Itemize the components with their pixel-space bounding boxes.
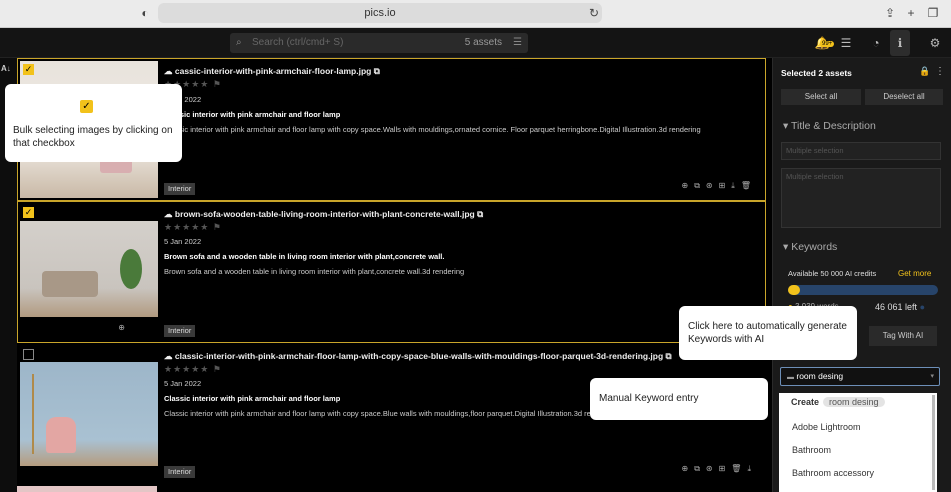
asset-title: Classic interior with pink armchair and … bbox=[164, 110, 341, 119]
info-icon[interactable]: ℹ bbox=[890, 30, 910, 56]
reload-icon[interactable]: ↻ bbox=[586, 3, 602, 23]
credits-progress-fill bbox=[788, 285, 800, 295]
keyword-dropdown: Create room desing Adobe Lightroom Bathro… bbox=[779, 393, 937, 492]
asset-card[interactable]: ✓ ☁ brown-sofa-wooden-table-living-room-… bbox=[17, 201, 766, 343]
asset-tag[interactable]: Interior bbox=[164, 466, 196, 478]
keywords-header[interactable]: ▾ Keywords bbox=[783, 241, 837, 253]
asset-filename[interactable]: ☁ cassic-interior-with-pink-armchair-flo… bbox=[164, 66, 380, 77]
asset-count: 5 assets bbox=[464, 37, 502, 48]
manual-tooltip-text: Manual Keyword entry bbox=[599, 393, 699, 404]
asset-date: 5 Jan 2022 bbox=[164, 237, 202, 246]
keyword-option[interactable]: Bathroom bbox=[792, 445, 831, 455]
filter-icon[interactable]: ☰ bbox=[513, 33, 522, 53]
list-view-icon[interactable]: ☰ bbox=[836, 33, 856, 53]
ai-tooltip-text: Click here to automatically generate Key… bbox=[688, 321, 847, 345]
asset-checkbox[interactable] bbox=[23, 349, 34, 360]
asset-description: Brown sofa and a wooden table in living … bbox=[164, 267, 465, 276]
credits-left: 46 061 left ● bbox=[875, 302, 925, 312]
asset-thumbnail[interactable] bbox=[17, 486, 157, 492]
new-tab-icon[interactable]: + bbox=[903, 3, 919, 23]
title-description-header[interactable]: ▾ Title & Description bbox=[783, 120, 876, 132]
selected-count: Selected 2 assets bbox=[781, 68, 852, 78]
asset-thumbnail[interactable] bbox=[20, 362, 158, 466]
asset-description: Classic interior with pink armchair and … bbox=[164, 409, 590, 418]
share-icon[interactable]: ⇪ bbox=[882, 3, 898, 23]
get-more-link[interactable]: Get more bbox=[898, 269, 931, 278]
plant-shape bbox=[120, 249, 142, 289]
tabs-icon[interactable]: ❐ bbox=[925, 3, 941, 23]
rating-stars[interactable]: ★★★★★ ⚑ bbox=[164, 364, 222, 375]
search-icon: ⌕ bbox=[236, 37, 242, 48]
asset-tag[interactable]: Interior bbox=[164, 325, 196, 337]
asset-title: Classic interior with pink armchair and … bbox=[164, 394, 341, 403]
history-icon[interactable]: ◔ bbox=[866, 33, 886, 53]
ai-tooltip: Click here to automatically generate Key… bbox=[679, 306, 857, 360]
select-all-button[interactable]: Select all bbox=[781, 89, 861, 105]
search-bar[interactable]: ⌕ Search (ctrl/cmd+ S) 5 assets ☰ bbox=[230, 33, 528, 53]
credits-label: Available 50 000 AI credits bbox=[788, 269, 877, 278]
more-icon[interactable]: ⋮ bbox=[935, 66, 945, 77]
asset-checkbox[interactable]: ✓ bbox=[23, 207, 34, 218]
shield-icon[interactable]: ◐ bbox=[137, 3, 153, 23]
description-input[interactable]: Multiple selection bbox=[781, 168, 941, 228]
asset-checkbox[interactable]: ✓ bbox=[23, 64, 34, 75]
armchair-shape bbox=[46, 417, 76, 453]
tag-icon: ▬ bbox=[787, 374, 794, 381]
bulk-select-tooltip-text: Bulk selecting images by clicking on tha… bbox=[13, 125, 173, 149]
create-keyword-option[interactable]: Create room desing bbox=[791, 397, 885, 407]
settings-icon[interactable]: ⚙ bbox=[925, 33, 945, 53]
left-dot-icon: ● bbox=[919, 302, 925, 312]
search-input[interactable]: Search (ctrl/cmd+ S) bbox=[252, 33, 343, 53]
chevron-down-icon[interactable]: ▾ bbox=[930, 368, 934, 385]
asset-title: Brown sofa and a wooden table in living … bbox=[164, 252, 445, 261]
notification-badge: 99+ bbox=[820, 41, 835, 47]
asset-filename[interactable]: ☁ classic-interior-with-pink-armchair-fl… bbox=[164, 351, 672, 362]
asset-thumbnail[interactable] bbox=[20, 221, 158, 317]
sort-icon[interactable]: A↓ bbox=[1, 64, 11, 73]
keyword-option[interactable]: Bathroom accessory bbox=[792, 468, 874, 478]
asset-description: Classic interior with pink armchair and … bbox=[164, 125, 701, 134]
asset-tag[interactable]: Interior bbox=[164, 183, 196, 195]
floor-lamp-shape bbox=[32, 374, 34, 454]
tag-with-ai-button[interactable]: Tag With AI bbox=[869, 326, 937, 346]
keyword-input[interactable]: ▬ room desing ▾ bbox=[780, 367, 940, 386]
title-input[interactable]: Multiple selection bbox=[781, 142, 941, 160]
asset-actions[interactable]: ⊕⧉⊛⊞⤓🗑 bbox=[681, 181, 757, 191]
app-header: ⌕ Search (ctrl/cmd+ S) 5 assets ☰ 🔔 99+ … bbox=[0, 28, 951, 58]
dropdown-scrollbar[interactable] bbox=[932, 395, 935, 490]
browser-toolbar: ◐ pics.io ↻ ⇪ + ❐ bbox=[0, 0, 951, 28]
asset-date: 5 Jan 2022 bbox=[164, 379, 202, 388]
create-keyword-chip: room desing bbox=[823, 397, 885, 407]
manual-tooltip: Manual Keyword entry bbox=[590, 378, 768, 420]
keyword-option[interactable]: Adobe Lightroom bbox=[792, 422, 861, 432]
lock-icon[interactable]: 🔒 bbox=[919, 66, 930, 77]
deselect-all-button[interactable]: Deselect all bbox=[865, 89, 943, 105]
checkbox-icon: ✓ bbox=[80, 100, 93, 113]
asset-actions[interactable]: ⊕ bbox=[118, 323, 125, 332]
bulk-select-tooltip: ✓ Bulk selecting images by clicking on t… bbox=[5, 84, 182, 162]
address-bar[interactable]: pics.io bbox=[158, 3, 602, 23]
credits-progress bbox=[788, 285, 938, 295]
asset-actions[interactable]: ⊕⧉⊛⊞🗑⤓ bbox=[681, 464, 757, 474]
rating-stars[interactable]: ★★★★★ ⚑ bbox=[164, 222, 222, 233]
sofa-shape bbox=[42, 271, 98, 297]
asset-filename[interactable]: ☁ brown-sofa-wooden-table-living-room-in… bbox=[164, 209, 483, 220]
